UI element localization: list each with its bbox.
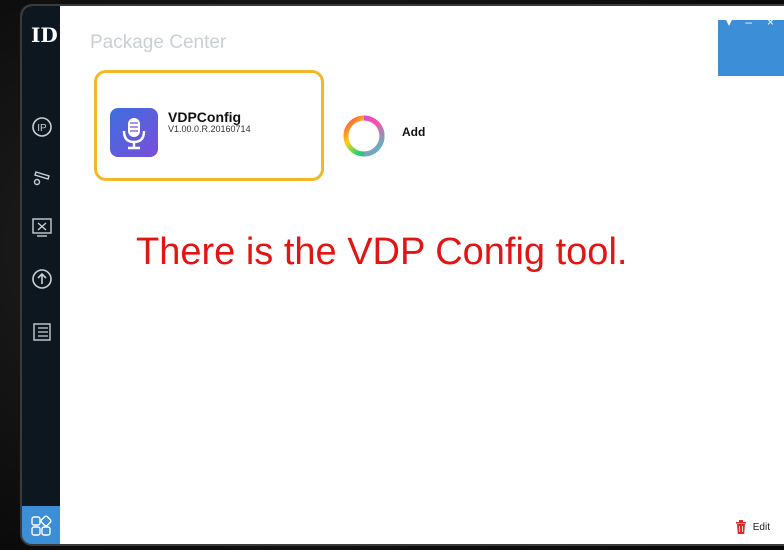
edit-label: Edit bbox=[752, 521, 770, 533]
package-name[interactable]: VDPConfig bbox=[168, 109, 241, 125]
annotation-text: There is the VDP Config tool. bbox=[136, 231, 628, 273]
package-center-window: ID IP Package Center ▾ – × VDPConfig V1.… bbox=[22, 6, 784, 544]
window-title: Package Center bbox=[90, 32, 227, 53]
package-center-nav-item[interactable] bbox=[22, 506, 60, 544]
vdpconfig-package-tile[interactable] bbox=[110, 108, 158, 157]
edit-button[interactable]: Edit bbox=[735, 520, 770, 534]
settings-icon[interactable]: ▾ bbox=[726, 16, 732, 28]
camera-settings-icon[interactable] bbox=[31, 166, 53, 188]
sidebar: ID IP bbox=[22, 6, 60, 544]
add-package-button[interactable] bbox=[338, 110, 390, 162]
svg-text:IP: IP bbox=[37, 123, 47, 134]
package-center-icon bbox=[31, 515, 52, 536]
add-label[interactable]: Add bbox=[402, 125, 425, 139]
microphone-icon bbox=[122, 118, 146, 150]
window-icon[interactable] bbox=[31, 321, 53, 343]
close-button[interactable]: × bbox=[767, 16, 774, 28]
trash-icon bbox=[735, 520, 746, 534]
tools-icon[interactable] bbox=[31, 216, 53, 238]
add-ring-icon bbox=[338, 110, 390, 162]
minimize-button[interactable]: – bbox=[745, 16, 752, 28]
ip-icon[interactable]: IP bbox=[31, 116, 53, 138]
app-logo: ID bbox=[31, 23, 58, 47]
package-version: V1.00.0.R.20160714 bbox=[168, 124, 251, 134]
upgrade-icon[interactable] bbox=[31, 268, 53, 290]
